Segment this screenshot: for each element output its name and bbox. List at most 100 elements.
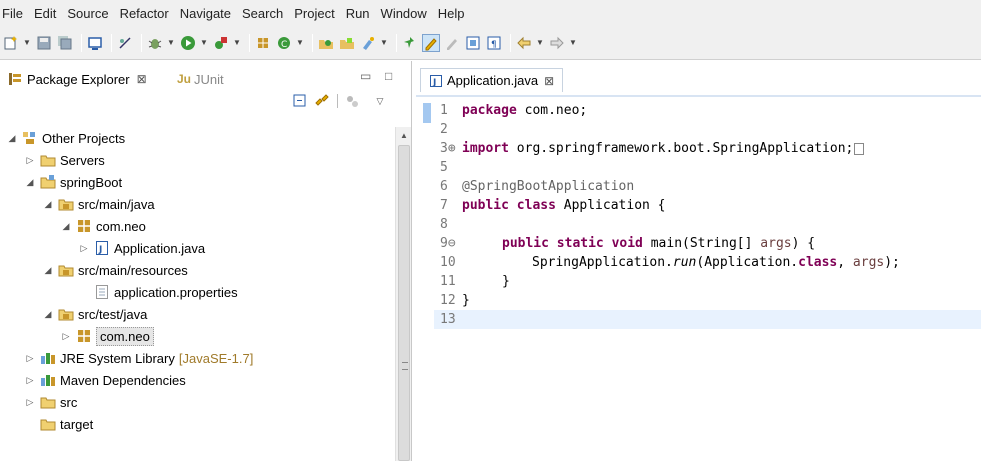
- junit-icon: Ju: [177, 72, 192, 86]
- tab-junit[interactable]: Ju JUnit: [177, 68, 224, 90]
- collapse-arrow-icon[interactable]: ◢: [42, 264, 54, 276]
- external-tools-dropdown-icon[interactable]: ▼: [233, 34, 241, 52]
- tree-item-servers[interactable]: ▷ Servers: [24, 149, 105, 171]
- main-toolbar: ▼ ▼ ▼ ▼ C ▼ ▼ ¶ ▼ ▼: [0, 26, 981, 60]
- minimize-icon[interactable]: ▭: [360, 69, 371, 83]
- mark-occurrences-icon[interactable]: [422, 33, 440, 52]
- toolbar-separator: [111, 33, 112, 52]
- tab-application-java[interactable]: J Application.java ⊠: [420, 68, 564, 92]
- collapse-arrow-icon[interactable]: ◢: [60, 220, 72, 232]
- search-dropdown-icon[interactable]: ▼: [380, 34, 388, 52]
- collapse-arrow-icon[interactable]: ◢: [24, 176, 36, 188]
- view-tab-bar: Package Explorer ⊠ Ju JUnit ▭ □ ▽: [0, 61, 411, 109]
- search-icon[interactable]: [359, 34, 377, 52]
- collapse-arrow-icon[interactable]: ◢: [42, 308, 54, 320]
- close-icon[interactable]: ⊠: [137, 72, 147, 86]
- tree-item-maven-dependencies[interactable]: ▷ Maven Dependencies: [24, 369, 186, 391]
- tree-item-com-neo[interactable]: ◢ com.neo: [60, 215, 146, 237]
- tree-item-springboot[interactable]: ◢ springBoot: [24, 171, 123, 193]
- code-token: SpringApplication.: [532, 255, 673, 270]
- external-tools-icon[interactable]: [212, 34, 230, 52]
- line-number-fold[interactable]: 3⊕: [434, 141, 462, 156]
- open-type-icon[interactable]: [317, 34, 335, 52]
- tree-item-target[interactable]: target: [24, 413, 93, 435]
- forward-dropdown-icon[interactable]: ▼: [569, 34, 577, 52]
- code-line: 5: [434, 158, 981, 177]
- view-menu-icon[interactable]: ▽: [372, 93, 388, 109]
- run-dropdown-icon[interactable]: ▼: [200, 34, 208, 52]
- link-with-editor-icon[interactable]: [314, 93, 330, 109]
- menu-help[interactable]: Help: [438, 6, 473, 21]
- tree-item-application-java[interactable]: ▷ J Application.java: [78, 237, 206, 259]
- keyword-token: package: [462, 103, 517, 118]
- save-icon[interactable]: [35, 34, 53, 52]
- collapse-arrow-icon[interactable]: ◢: [6, 132, 18, 144]
- show-whitespace-icon[interactable]: ¶: [485, 34, 503, 52]
- menu-project[interactable]: Project: [294, 6, 342, 21]
- scrollbar-thumb[interactable]: [398, 145, 410, 461]
- run-icon[interactable]: [179, 34, 197, 52]
- menu-run[interactable]: Run: [346, 6, 378, 21]
- debug-icon[interactable]: [146, 34, 164, 52]
- debug-dropdown-icon[interactable]: ▼: [167, 34, 175, 52]
- block-selection-icon[interactable]: [464, 34, 482, 52]
- new-icon[interactable]: [2, 34, 20, 52]
- collapse-all-icon[interactable]: [292, 93, 308, 109]
- skip-breakpoints-icon[interactable]: [116, 34, 134, 52]
- expand-arrow-icon[interactable]: ▷: [78, 242, 90, 254]
- collapse-arrow-icon[interactable]: ◢: [42, 198, 54, 210]
- line-number-fold[interactable]: 9⊖: [434, 236, 462, 251]
- tree-item-label: springBoot: [60, 174, 123, 190]
- tree-item-other-projects[interactable]: ◢ Other Projects: [6, 127, 126, 149]
- folded-imports-icon[interactable]: [854, 142, 865, 155]
- pin-editor-icon[interactable]: [401, 34, 419, 52]
- focus-active-task-icon[interactable]: [344, 93, 360, 109]
- expand-arrow-icon[interactable]: ▷: [24, 352, 36, 364]
- code-token: org.springframework.boot.SpringApplicati…: [508, 141, 854, 156]
- scroll-up-icon[interactable]: ▲: [396, 127, 412, 143]
- back-icon[interactable]: [515, 34, 533, 52]
- menu-refactor[interactable]: Refactor: [120, 6, 177, 21]
- tree-item-label: com.neo: [96, 326, 154, 346]
- menu-file[interactable]: File: [2, 6, 31, 21]
- new-java-package-icon[interactable]: [254, 34, 272, 52]
- menu-window[interactable]: Window: [381, 6, 435, 21]
- menu-navigate[interactable]: Navigate: [180, 6, 239, 21]
- tree-item-src-test-java[interactable]: ◢ src/test/java: [42, 303, 148, 325]
- toolbar-separator: [312, 33, 313, 52]
- menu-edit[interactable]: Edit: [34, 6, 64, 21]
- tree-item-src-main-resources[interactable]: ◢ src/main/resources: [42, 259, 188, 281]
- open-task-icon[interactable]: [338, 34, 356, 52]
- tree-item-jre-system-library[interactable]: ▷ JRE System Library [JavaSE-1.7]: [24, 347, 254, 369]
- tab-package-explorer-label: Package Explorer: [27, 71, 130, 87]
- console-icon[interactable]: [86, 34, 104, 52]
- expand-arrow-icon[interactable]: ▷: [60, 330, 72, 342]
- tree-scrollbar[interactable]: ▲: [395, 127, 411, 461]
- package-icon: [76, 218, 92, 234]
- tree-item-src-main-java[interactable]: ◢ src/main/java: [42, 193, 155, 215]
- tree-item-com-neo[interactable]: ▷ com.neo: [60, 325, 154, 347]
- new-dropdown-icon[interactable]: ▼: [23, 34, 31, 52]
- tree-item-application-properties[interactable]: application.properties: [78, 281, 238, 303]
- toggle-highlight-icon[interactable]: [443, 34, 461, 52]
- expand-arrow-icon[interactable]: ▷: [24, 396, 36, 408]
- menu-search[interactable]: Search: [242, 6, 291, 21]
- forward-icon[interactable]: [548, 34, 566, 52]
- tree-item-label: src: [60, 394, 78, 410]
- expand-arrow-icon[interactable]: ▷: [24, 374, 36, 386]
- maximize-icon[interactable]: □: [385, 69, 392, 83]
- new-class-dropdown-icon[interactable]: ▼: [296, 34, 304, 52]
- keyword-token: public static void: [502, 236, 643, 251]
- new-java-class-icon[interactable]: C: [275, 34, 293, 52]
- code-line: 7 public class Application {: [434, 196, 981, 215]
- menu-source[interactable]: Source: [67, 6, 116, 21]
- back-dropdown-icon[interactable]: ▼: [536, 34, 544, 52]
- tab-package-explorer[interactable]: Package Explorer ⊠: [8, 68, 147, 90]
- code-token: );: [884, 255, 900, 270]
- code-line: 9⊖ public static void main(String[] args…: [434, 234, 981, 253]
- save-all-icon[interactable]: [56, 34, 74, 52]
- expand-arrow-icon[interactable]: ▷: [24, 154, 36, 166]
- tree-item-src[interactable]: ▷ src: [24, 391, 78, 413]
- close-icon[interactable]: ⊠: [544, 74, 554, 88]
- collapse-arrow-icon: [24, 418, 36, 430]
